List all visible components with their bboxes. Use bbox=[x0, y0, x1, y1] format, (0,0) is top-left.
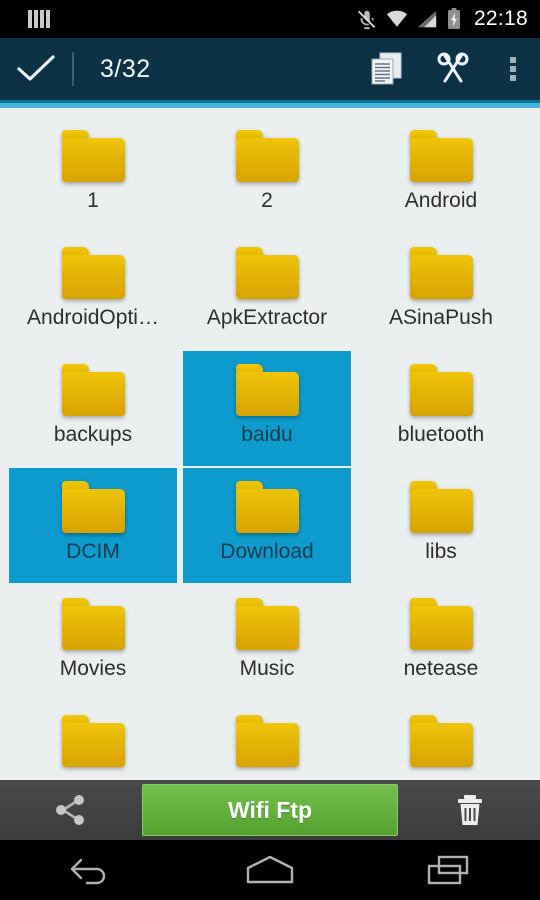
file-grid-item-label: baidu bbox=[241, 423, 293, 446]
folder-icon bbox=[235, 715, 299, 767]
folder-icon bbox=[61, 715, 125, 767]
folder-icon bbox=[235, 130, 299, 182]
file-grid-item[interactable]: 2 bbox=[183, 117, 351, 232]
folder-icon bbox=[61, 247, 125, 299]
file-grid-item-label: Android bbox=[404, 189, 478, 212]
file-grid-item-label: bluetooth bbox=[397, 423, 485, 446]
bottom-toolbar: Wifi Ftp bbox=[0, 780, 540, 840]
file-grid-item[interactable]: Android bbox=[357, 117, 525, 232]
copy-button[interactable] bbox=[354, 38, 420, 100]
file-grid-item-label: AndroidOpti… bbox=[27, 306, 159, 329]
folder-icon bbox=[235, 598, 299, 650]
status-bar: 22:18 bbox=[0, 0, 540, 38]
file-grid-item[interactable]: baidu bbox=[183, 351, 351, 466]
file-grid-item-label: ASinaPush bbox=[389, 306, 493, 329]
file-grid-item[interactable]: Download bbox=[183, 468, 351, 583]
selection-count: 3/32 bbox=[100, 54, 151, 83]
action-bar-divider bbox=[72, 52, 74, 86]
nav-back-button[interactable] bbox=[30, 840, 150, 900]
file-grid-item-label: netease bbox=[403, 657, 479, 680]
confirm-selection-button[interactable] bbox=[0, 38, 72, 100]
file-grid-item-label: libs bbox=[425, 540, 457, 563]
folder-icon bbox=[409, 481, 473, 533]
folder-icon bbox=[61, 481, 125, 533]
share-icon bbox=[56, 795, 84, 825]
home-icon bbox=[246, 855, 294, 884]
file-grid-item-label: backups bbox=[53, 423, 133, 446]
battery-charging-icon bbox=[447, 8, 460, 29]
folder-icon bbox=[61, 598, 125, 650]
scissors-icon bbox=[437, 52, 469, 83]
cellular-signal-icon bbox=[417, 10, 437, 28]
more-vertical-icon bbox=[510, 57, 516, 81]
trash-icon bbox=[458, 795, 482, 825]
system-navigation-bar bbox=[0, 840, 540, 900]
file-grid-item-label: 1 bbox=[87, 189, 99, 212]
file-grid-item-label: Movies bbox=[59, 657, 127, 680]
folder-icon bbox=[235, 364, 299, 416]
checkmark-icon bbox=[17, 55, 55, 81]
folder-icon bbox=[235, 481, 299, 533]
status-bar-clock: 22:18 bbox=[473, 7, 528, 30]
nav-recents-button[interactable] bbox=[390, 840, 510, 900]
file-grid-item[interactable]: backups bbox=[9, 351, 177, 466]
overflow-menu-button[interactable] bbox=[486, 38, 540, 100]
folder-icon bbox=[235, 247, 299, 299]
file-grid-item[interactable]: netease bbox=[357, 585, 525, 700]
signal-bars-icon bbox=[28, 10, 50, 28]
cut-button[interactable] bbox=[420, 38, 486, 100]
file-grid-item-label: ApkExtractor bbox=[206, 306, 328, 329]
file-grid-item[interactable]: Music bbox=[183, 585, 351, 700]
file-grid-item-label: Music bbox=[239, 657, 295, 680]
action-bar-buttons bbox=[354, 38, 540, 100]
nav-home-button[interactable] bbox=[210, 840, 330, 900]
status-bar-system-icons: 22:18 bbox=[356, 7, 528, 31]
file-grid-item[interactable]: 1 bbox=[9, 117, 177, 232]
recents-icon bbox=[427, 855, 469, 885]
share-button[interactable] bbox=[0, 780, 140, 840]
action-bar: 3/32 bbox=[0, 38, 540, 100]
file-grid-item[interactable]: ApkExtractor bbox=[183, 234, 351, 349]
file-grid-item[interactable]: AndroidOpti… bbox=[9, 234, 177, 349]
vibrate-off-icon bbox=[357, 10, 376, 30]
phone-screen: 22:18 3/32 1 2 Android AndroidOpti… ApkE… bbox=[0, 0, 540, 900]
folder-icon bbox=[61, 130, 125, 182]
folder-icon bbox=[409, 247, 473, 299]
folder-icon bbox=[409, 598, 473, 650]
file-grid-item[interactable]: bluetooth bbox=[357, 351, 525, 466]
folder-icon bbox=[409, 364, 473, 416]
delete-button[interactable] bbox=[400, 780, 540, 840]
back-arrow-icon bbox=[70, 858, 106, 885]
folder-icon bbox=[409, 130, 473, 182]
folder-icon bbox=[61, 364, 125, 416]
wifi-ftp-button[interactable]: Wifi Ftp bbox=[142, 784, 398, 836]
wifi-icon bbox=[386, 10, 408, 27]
folder-icon bbox=[409, 715, 473, 767]
file-grid-item-label: 2 bbox=[261, 189, 273, 212]
file-grid-item-label: Download bbox=[220, 540, 314, 563]
file-grid-item-label: DCIM bbox=[66, 540, 120, 563]
status-bar-notifications bbox=[12, 10, 50, 28]
copy-icon bbox=[371, 52, 402, 85]
file-grid-item[interactable]: libs bbox=[357, 468, 525, 583]
file-grid[interactable]: 1 2 Android AndroidOpti… ApkExtractor ASinaPu… bbox=[0, 108, 540, 780]
file-grid-item[interactable]: DCIM bbox=[9, 468, 177, 583]
file-grid-item[interactable]: Movies bbox=[9, 585, 177, 700]
file-grid-item[interactable]: ASinaPush bbox=[357, 234, 525, 349]
